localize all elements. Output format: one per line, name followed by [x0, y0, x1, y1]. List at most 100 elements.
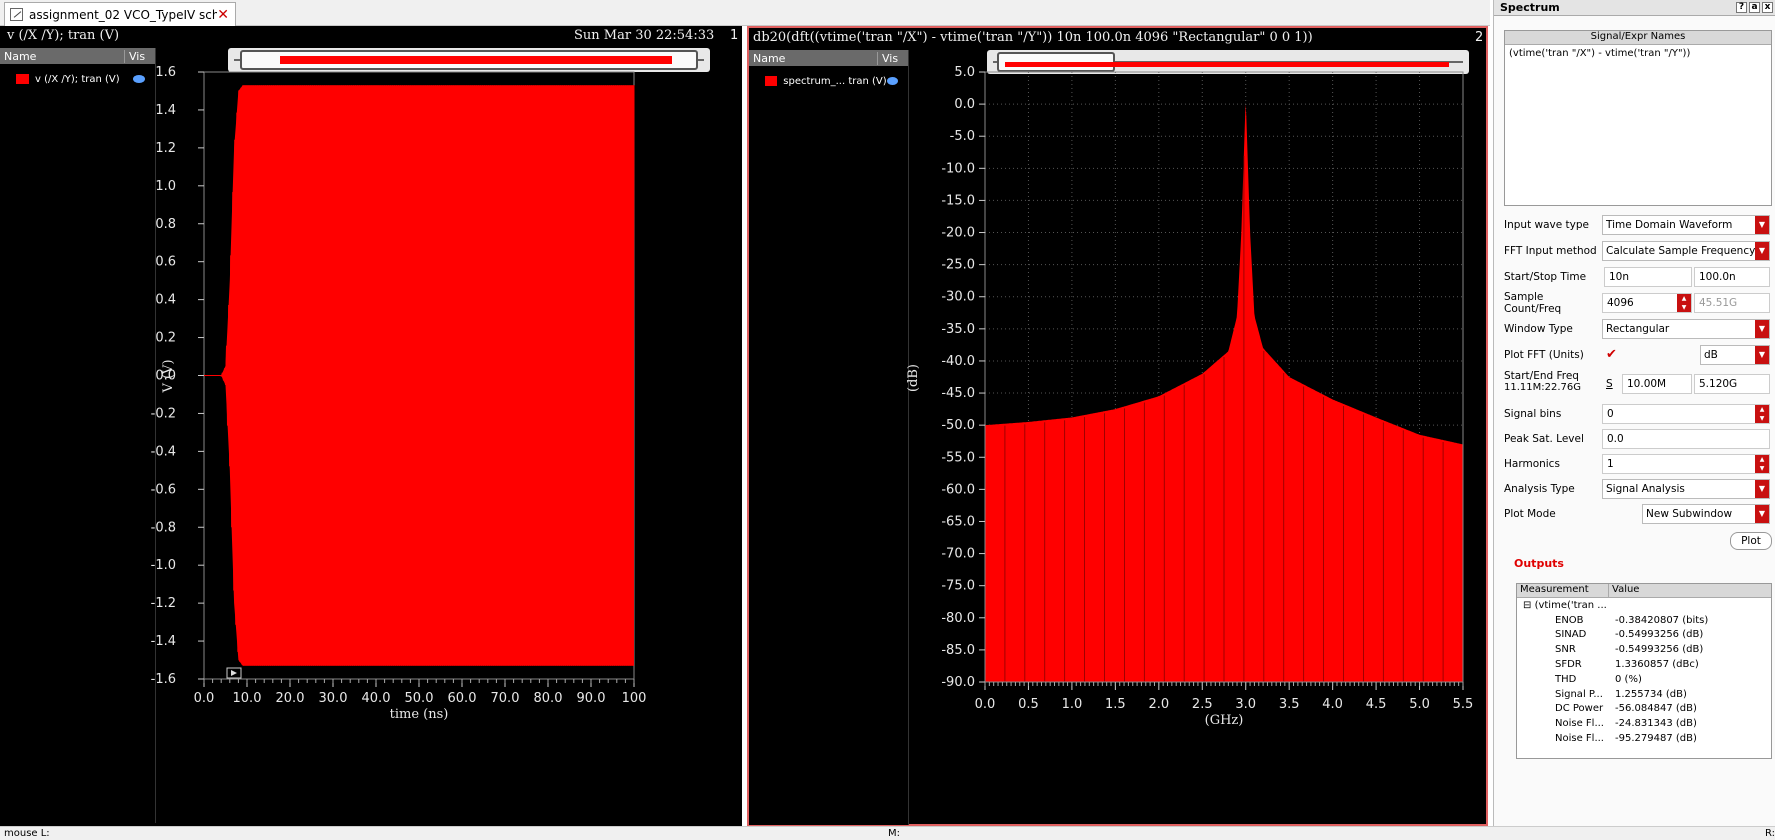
- x-tick-label: 3.0: [1235, 697, 1256, 712]
- s-toggle[interactable]: S: [1606, 378, 1613, 390]
- label: Peak Sat. Level: [1504, 433, 1584, 445]
- start-freq-input[interactable]: 10.00M: [1622, 374, 1692, 394]
- output-measurement: SFDR: [1555, 659, 1582, 671]
- y-tick-label: 0.2: [155, 331, 176, 346]
- x-tick-label: 0.5: [1018, 697, 1039, 712]
- output-row[interactable]: DC Power -56.084847 (dB): [1517, 702, 1771, 717]
- label: Harmonics: [1504, 458, 1560, 470]
- y-tick-label: -25.0: [941, 258, 975, 273]
- output-measurement: Noise Fl...: [1555, 718, 1604, 730]
- x-tick-label: 4.0: [1322, 697, 1343, 712]
- end-freq-input[interactable]: 5.120G: [1694, 374, 1770, 394]
- outputs-table[interactable]: Measurement Value ⊟ (vtime('tran ... ENO…: [1516, 583, 1772, 759]
- y-tick-label: -55.0: [941, 450, 975, 465]
- y-tick-label: -1.2: [151, 596, 176, 611]
- spinner-icon[interactable]: ▲ ▼: [1755, 455, 1769, 473]
- virtuoso-viewer: assignment_02 VCO_TypeIV schema... ✕ v (…: [0, 0, 1775, 840]
- waveform-plot[interactable]: 1.6 1.4 1.2 1.0 0.8 0.6 0.4 0.2 0.0 -0.2 -0.4 -0.6 -…: [0, 26, 742, 826]
- y-tick-label: -70.0: [941, 547, 975, 562]
- col-value[interactable]: Value: [1609, 584, 1771, 597]
- y-tick-label: -1.0: [151, 558, 176, 573]
- output-value: -24.831343 (dB): [1615, 718, 1697, 730]
- spinner-icon[interactable]: ▲ ▼: [1677, 294, 1691, 312]
- x-tick-label: 80.0: [534, 691, 563, 706]
- subwindow-2[interactable]: db20(dft((vtime('tran "/X") - vtime('tra…: [747, 26, 1488, 826]
- output-row[interactable]: THD 0 (%): [1517, 672, 1771, 687]
- y-tick-label: -5.0: [950, 129, 975, 144]
- signal-bins-input[interactable]: 0 ▲ ▼: [1602, 404, 1770, 424]
- outputs-group[interactable]: ⊟ (vtime('tran ...: [1517, 598, 1771, 613]
- peak-sat-input[interactable]: 0.0: [1602, 429, 1770, 449]
- col-measurement[interactable]: Measurement: [1517, 584, 1609, 597]
- sample-count-input[interactable]: 4096 ▲ ▼: [1602, 293, 1692, 313]
- output-row[interactable]: SINAD -0.54993256 (dB): [1517, 628, 1771, 643]
- analysis-type-select[interactable]: Signal Analysis ▼: [1602, 479, 1770, 499]
- output-row[interactable]: Noise Fl... -24.831343 (dB): [1517, 716, 1771, 731]
- subwindow-1[interactable]: v (/X /Y); tran (V) Sun Mar 30 22:54:33 …: [0, 26, 742, 826]
- plot-button[interactable]: Plot: [1730, 532, 1772, 550]
- signal-list[interactable]: Signal/Expr Names (vtime('tran "/X") - v…: [1504, 30, 1772, 206]
- mouse-middle-status: M:: [888, 828, 900, 839]
- output-measurement: SINAD: [1555, 629, 1587, 641]
- output-row[interactable]: ENOB -0.38420807 (bits): [1517, 613, 1771, 628]
- y-tick-label: -20.0: [941, 226, 975, 241]
- trace-envelope: [204, 85, 634, 666]
- help-icon[interactable]: ?: [1736, 2, 1747, 13]
- spinner-icon[interactable]: ▲ ▼: [1755, 405, 1769, 423]
- label: Window Type: [1504, 323, 1573, 335]
- x-tick-label: 0.0: [194, 691, 215, 706]
- output-value: 1.255734 (dB): [1615, 688, 1687, 700]
- output-row[interactable]: Signal P... 1.255734 (dB): [1517, 687, 1771, 702]
- chevron-down-icon: ▼: [1755, 505, 1769, 523]
- output-value: 0 (%): [1615, 673, 1642, 685]
- tab-title: assignment_02 VCO_TypeIV schema...: [29, 7, 218, 22]
- collapse-icon[interactable]: ⊟: [1523, 600, 1535, 611]
- y-tick-label: -50.0: [941, 418, 975, 433]
- input-value: 1: [1607, 458, 1614, 470]
- x-tick-label: 1.5: [1105, 697, 1126, 712]
- y-tick-label: 1.0: [155, 179, 176, 194]
- close-icon[interactable]: x: [1762, 2, 1773, 13]
- y-tick-label: 1.6: [155, 65, 176, 80]
- input-wave-type-select[interactable]: Time Domain Waveform ▼: [1602, 215, 1770, 235]
- window-type-select[interactable]: Rectangular ▼: [1602, 319, 1770, 339]
- label: Analysis Type: [1504, 483, 1575, 495]
- start-time-input[interactable]: 10n: [1604, 267, 1692, 287]
- plot-fft-units-select[interactable]: dB ▼: [1700, 345, 1770, 365]
- stop-time-input[interactable]: 100.0n: [1694, 267, 1770, 287]
- x-tick-label: 70.0: [491, 691, 520, 706]
- output-row[interactable]: SNR -0.54993256 (dB): [1517, 642, 1771, 657]
- plot-fft-checkbox[interactable]: ✔: [1606, 347, 1617, 362]
- sample-freq-input: 45.51G: [1694, 293, 1770, 313]
- signal-list-header: Signal/Expr Names: [1505, 31, 1771, 45]
- tab-schematic[interactable]: assignment_02 VCO_TypeIV schema... ✕: [4, 2, 236, 26]
- plot-mode-select[interactable]: New Subwindow ▼: [1642, 504, 1770, 524]
- output-measurement: ENOB: [1555, 614, 1584, 626]
- output-value: -95.279487 (dB): [1615, 733, 1697, 745]
- harmonics-input[interactable]: 1 ▲ ▼: [1602, 454, 1770, 474]
- select-value: New Subwindow: [1646, 508, 1733, 520]
- close-icon[interactable]: ✕: [217, 7, 229, 23]
- x-tick-label: 0.0: [975, 697, 996, 712]
- label: FFT Input method: [1504, 245, 1597, 257]
- float-icon[interactable]: a: [1749, 2, 1760, 13]
- y-tick-label: -40.0: [941, 354, 975, 369]
- spectrum-plot[interactable]: 5.0 0.0 -5.0 -10.0 -15.0 -20.0 -25.0 -30.0 -35.0…: [749, 28, 1486, 824]
- select-value: Time Domain Waveform: [1606, 219, 1733, 231]
- schematic-icon: [10, 8, 23, 21]
- y-tick-label: 1.4: [155, 103, 176, 118]
- output-row[interactable]: SFDR 1.3360857 (dBc): [1517, 657, 1771, 672]
- y-tick-label: -60.0: [941, 482, 975, 497]
- output-value: -0.54993256 (dB): [1615, 644, 1704, 656]
- fft-input-select[interactable]: Calculate Sample Frequency ▼: [1602, 241, 1770, 261]
- y-tick-label: -90.0: [941, 675, 975, 690]
- x-tick-label: 30.0: [319, 691, 348, 706]
- status-bar: mouse L: M: R:: [0, 826, 1775, 840]
- label: Sample Count/Freq: [1504, 291, 1562, 315]
- signal-expr[interactable]: (vtime('tran "/X") - vtime('tran "/Y")): [1505, 45, 1771, 62]
- y-tick-label: -1.4: [151, 634, 176, 649]
- output-row[interactable]: Noise Fl... -95.279487 (dB): [1517, 731, 1771, 746]
- chevron-down-icon: ▼: [1755, 346, 1769, 364]
- x-tick-label: 20.0: [276, 691, 305, 706]
- y-tick-label: -85.0: [941, 643, 975, 658]
